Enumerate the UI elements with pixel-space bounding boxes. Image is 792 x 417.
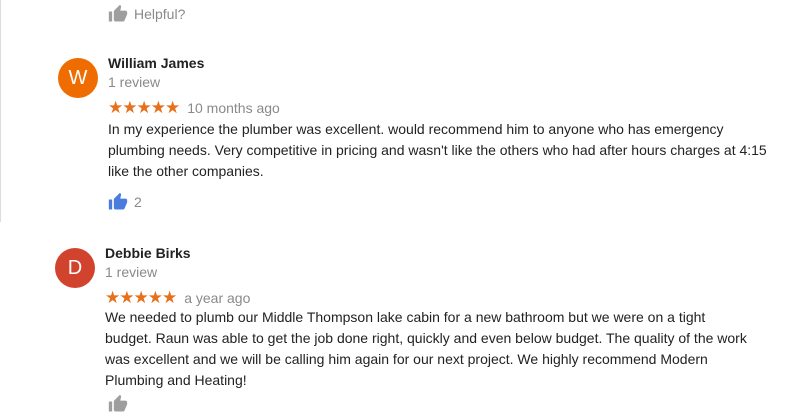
- avatar[interactable]: W: [58, 58, 98, 98]
- review-time: a year ago: [184, 290, 251, 306]
- avatar-initial: D: [67, 256, 83, 279]
- star-rating: ★★★★★: [105, 288, 177, 307]
- review-item: W William James 1 review ★★★★★ 10 months…: [0, 0, 792, 220]
- rating-row: ★★★★★ 10 months ago: [108, 98, 280, 118]
- star-rating: ★★★★★: [108, 98, 180, 117]
- thumbs-up-icon[interactable]: [108, 192, 128, 212]
- review-count[interactable]: 1 review: [108, 74, 160, 90]
- likes-row: [108, 394, 128, 414]
- review-item: D Debbie Birks 1 review ★★★★★ a year ago…: [0, 222, 792, 412]
- rating-row: ★★★★★ a year ago: [105, 288, 250, 308]
- review-time: 10 months ago: [187, 100, 280, 116]
- like-count: 2: [134, 194, 142, 210]
- review-text: We needed to plumb our Middle Thompson l…: [105, 309, 747, 388]
- review-text: In my experience the plumber was excelle…: [108, 121, 767, 179]
- likes-row: 2: [108, 192, 142, 212]
- avatar[interactable]: D: [55, 248, 95, 288]
- reviewer-name[interactable]: William James: [108, 55, 204, 71]
- avatar-initial: W: [68, 66, 88, 89]
- review-count[interactable]: 1 review: [105, 264, 157, 280]
- thumbs-up-icon[interactable]: [108, 394, 128, 414]
- reviewer-name[interactable]: Debbie Birks: [105, 245, 191, 261]
